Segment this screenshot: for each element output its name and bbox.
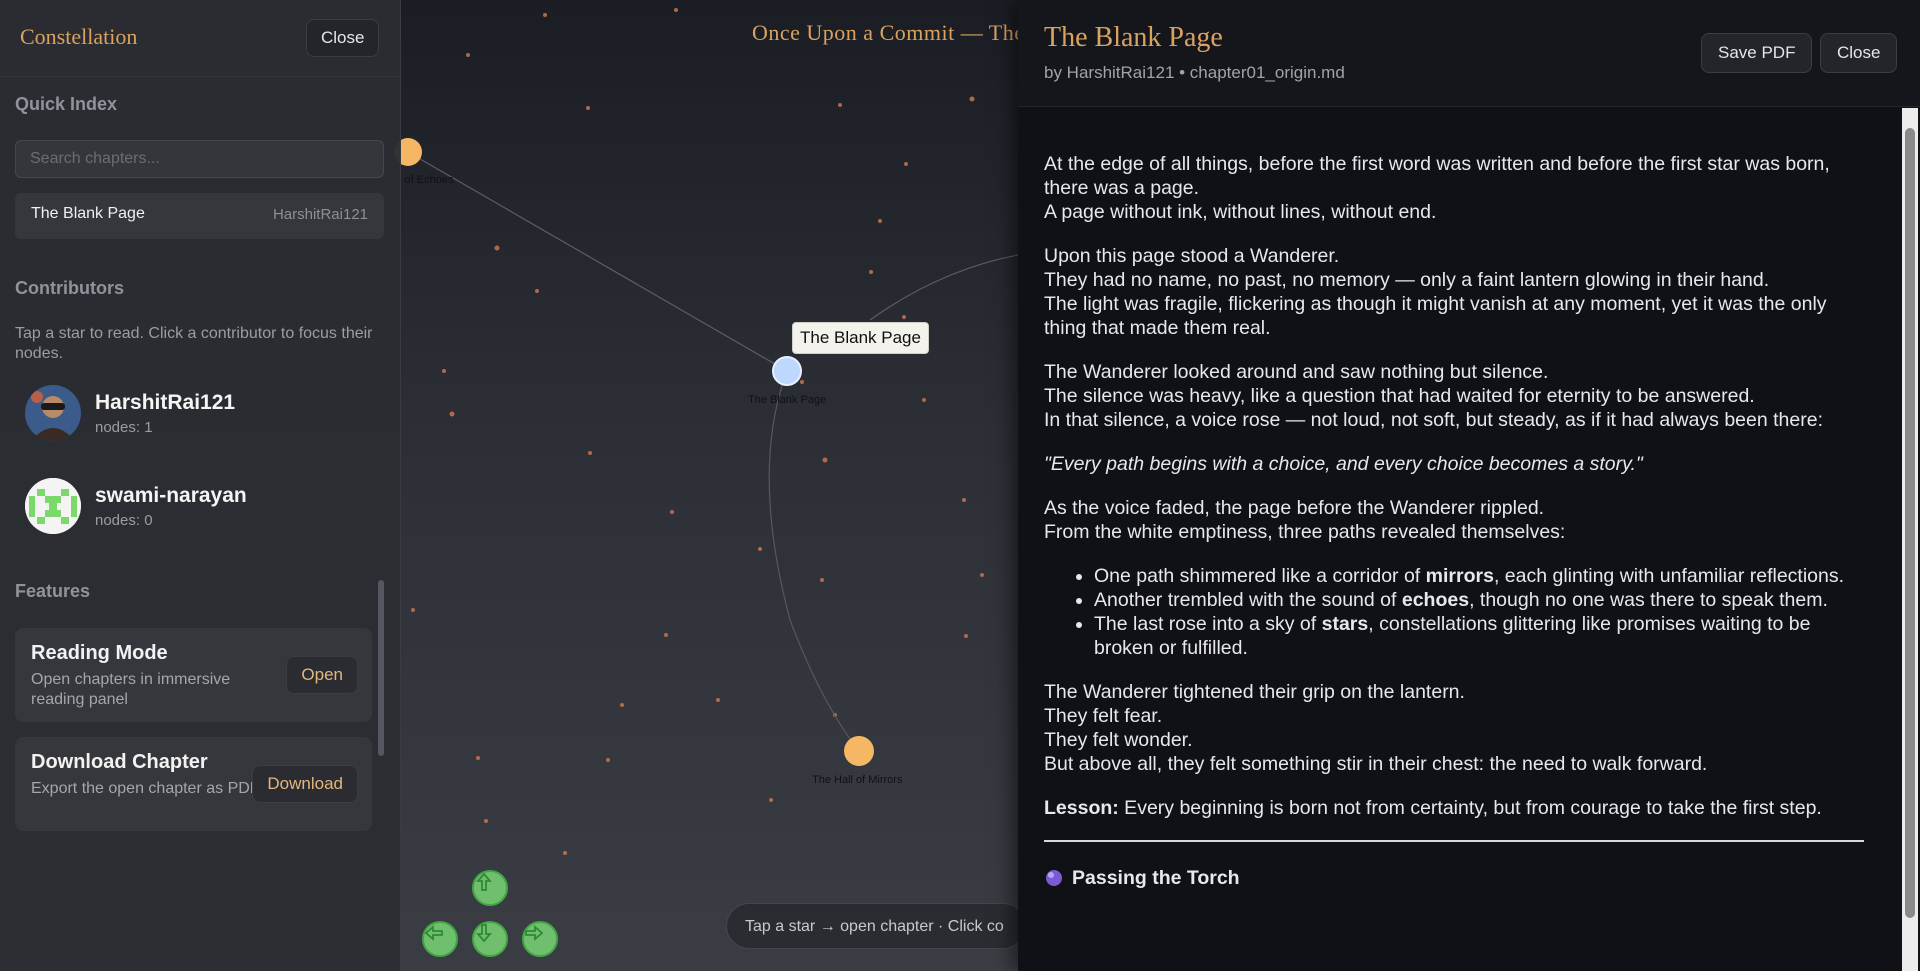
contributor-node-count: nodes: 1 [95, 419, 153, 436]
lesson: Lesson: Every beginning is born not from… [1044, 797, 1822, 819]
contributor-node-count: nodes: 0 [95, 512, 153, 529]
features-heading: Features [15, 581, 91, 601]
sidebar-title: Constellation [20, 24, 138, 49]
paragraph: Upon this page stood a Wanderer. They had… [1044, 245, 1827, 339]
feature-card-download: Download Chapter Export the open chapter… [15, 737, 372, 831]
node-tooltip: The Blank Page [792, 322, 929, 354]
orb-icon [1046, 870, 1062, 886]
paragraph: At the edge of all things, before the fi… [1044, 153, 1830, 223]
paths-list: One path shimmered like a corridor of mi… [1044, 564, 1864, 660]
pan-left-button[interactable] [422, 921, 458, 957]
feature-description: Export the open chapter as PDF [31, 780, 260, 797]
node-hall-of-mirrors[interactable] [844, 736, 874, 766]
quick-index-heading: Quick Index [15, 94, 118, 114]
divider [1044, 840, 1864, 842]
quote: "Every path begins with a choice, and ev… [1044, 453, 1643, 475]
arrow-right-icon [525, 925, 544, 941]
node-label-echoes: y of Echoes [396, 174, 454, 186]
sidebar-close-button[interactable]: Close [306, 19, 380, 57]
chapter-title: The Blank Page [31, 205, 145, 222]
contributor-item[interactable]: swami-narayan nodes: 0 [25, 478, 385, 534]
feature-title: Download Chapter [31, 751, 208, 773]
feature-description: Open chapters in immersive reading panel [31, 671, 231, 708]
download-chapter-button[interactable]: Download [252, 765, 358, 803]
identicon-avatar-icon [25, 478, 81, 534]
list-item: One path shimmered like a corridor of mi… [1094, 564, 1864, 588]
contributors-heading: Contributors [15, 278, 124, 298]
node-blank-page[interactable] [772, 356, 802, 386]
node-label-hall-of-mirrors: The Hall of Mirrors [812, 774, 903, 786]
pan-up-button[interactable] [472, 870, 508, 906]
next-section-heading: Passing the Torch [1044, 866, 1864, 890]
paragraph: The Wanderer looked around and saw nothi… [1044, 361, 1824, 431]
contributors-help: Tap a star to read. Click a contributor … [15, 325, 373, 362]
chapter-meta: by HarshitRai121 • chapter01_origin.md [1044, 63, 1345, 82]
contributor-name: swami-narayan [95, 484, 247, 507]
arrow-down-icon [476, 924, 492, 943]
paragraph: The Wanderer tightened their grip on the… [1044, 681, 1708, 775]
arrow-up-icon [476, 872, 492, 891]
feature-title: Reading Mode [31, 642, 168, 664]
list-item: The last rose into a sky of stars, const… [1094, 612, 1864, 660]
chapter-search-input[interactable]: Search chapters... [15, 140, 384, 178]
story-title: Once Upon a Commit — The [752, 20, 1025, 45]
save-pdf-button[interactable]: Save PDF [1701, 33, 1813, 73]
arrow-left-icon [424, 925, 443, 941]
contributor-name: HarshitRai121 [95, 391, 236, 414]
photo-avatar-icon [25, 385, 81, 441]
node-label-blank-page: The Blank Page [748, 394, 827, 406]
chapter-content: At the edge of all things, before the fi… [1044, 152, 1864, 890]
pan-down-button[interactable] [472, 921, 508, 957]
pan-right-button[interactable] [522, 921, 558, 957]
hint-bar: Tap a star → open chapter · Click co [726, 903, 1026, 949]
paragraph: As the voice faded, the page before the … [1044, 497, 1566, 543]
chapter-author: HarshitRai121 [272, 206, 368, 223]
sidebar-header: Constellation Close [0, 0, 400, 77]
open-reading-mode-button[interactable]: Open [286, 656, 358, 694]
reading-panel: The Blank Page by HarshitRai121 • chapte… [1018, 0, 1920, 971]
chapter-heading: The Blank Page [1044, 22, 1223, 53]
contributor-item[interactable]: HarshitRai121 nodes: 1 [25, 385, 385, 441]
reader-header: The Blank Page by HarshitRai121 • chapte… [1018, 0, 1920, 107]
chapter-list-item[interactable]: The Blank Page HarshitRai121 [15, 193, 384, 239]
reader-scrollbar-thumb[interactable] [1905, 128, 1915, 918]
sidebar-scrollbar[interactable] [378, 580, 384, 756]
list-item: Another trembled with the sound of echoe… [1094, 588, 1864, 612]
sidebar: Constellation Close Quick Index Search c… [0, 0, 401, 971]
reader-scrollbar[interactable] [1902, 108, 1918, 971]
reader-close-button[interactable]: Close [1820, 33, 1898, 73]
feature-card-reading-mode: Reading Mode Open chapters in immersive … [15, 628, 372, 722]
